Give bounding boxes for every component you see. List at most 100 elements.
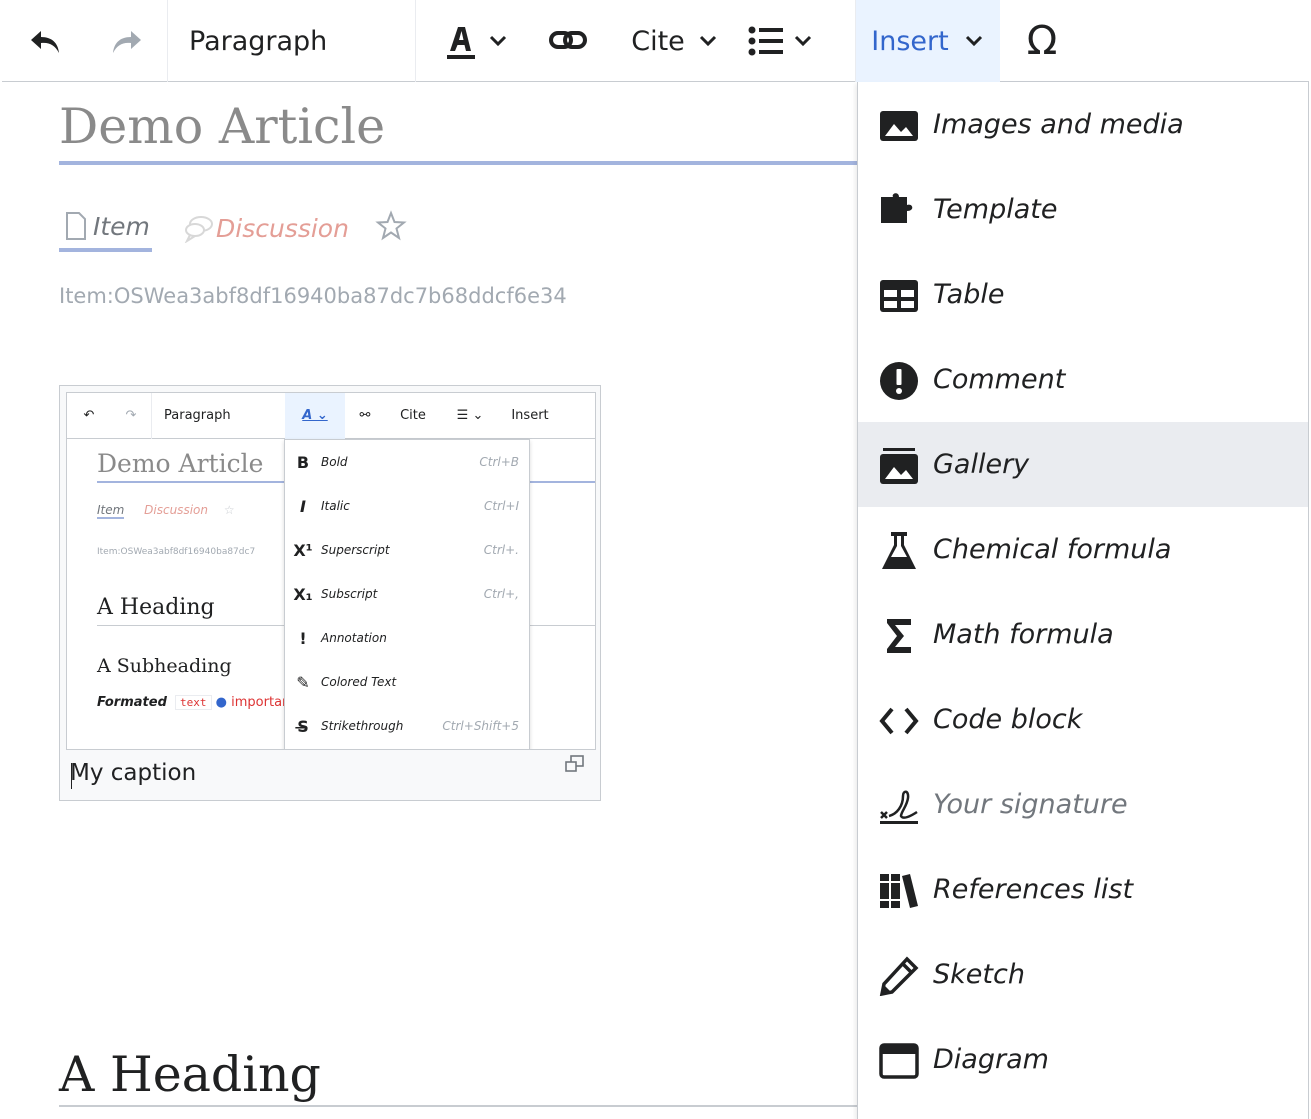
- editor-toolbar: Paragraph Cite Insert Ω: [2, 0, 1309, 82]
- mini-menu-item: S̶ Strikethrough Ctrl+Shift+5: [285, 704, 531, 748]
- menu-item-diagram[interactable]: Diagram: [858, 1017, 1308, 1102]
- pencil-icon: [879, 956, 919, 996]
- image-caption[interactable]: My caption: [70, 760, 196, 786]
- mini-identifier: Item:OSWea3abf8df16940ba87dc7: [97, 547, 256, 557]
- menu-item-label: Diagram: [933, 1044, 1049, 1075]
- menu-item-label: References list: [933, 874, 1134, 905]
- omega-icon: Ω: [1026, 18, 1058, 64]
- mini-strikethrough-icon: S̶: [297, 716, 309, 736]
- menu-item-table[interactable]: Table: [858, 252, 1308, 337]
- chevron-down-icon: [489, 35, 507, 47]
- tab-discussion[interactable]: Discussion: [184, 204, 349, 252]
- mini-bold-text: Formated: [97, 695, 167, 710]
- mini-style-menu: B Bold Ctrl+B I Italic Ctrl+I X¹ Superscript C…: [284, 439, 531, 749]
- alert-icon: [880, 362, 918, 400]
- special-character-button[interactable]: Ω: [1000, 0, 1084, 82]
- chevron-down-icon: [699, 35, 716, 47]
- chevron-down-icon: [965, 35, 982, 47]
- mini-title: Demo Article: [97, 449, 264, 478]
- mini-menu-label: Colored Text: [321, 675, 397, 689]
- style-link-cite-group: Cite: [416, 0, 856, 82]
- mini-tab-item: Item: [97, 503, 125, 519]
- cite-button[interactable]: Cite: [620, 0, 730, 82]
- image-figure[interactable]: ↶ ↷ Paragraph A ⌄ ⚯ Cite ☰ ⌄ Insert Demo…: [59, 385, 601, 801]
- signature-icon: [880, 790, 918, 824]
- mini-menu-label: Italic: [321, 499, 350, 513]
- menu-item-label: Comment: [933, 364, 1066, 395]
- watch-star-button[interactable]: [375, 202, 407, 250]
- page-title[interactable]: Demo Article: [59, 98, 385, 155]
- menu-item-images-and-media[interactable]: Images and media: [858, 82, 1308, 167]
- mini-text-style-icon: A ⌄: [285, 393, 345, 439]
- embedded-screenshot-image[interactable]: ↶ ↷ Paragraph A ⌄ ⚯ Cite ☰ ⌄ Insert Demo…: [66, 392, 596, 750]
- mini-redo-icon: ↷: [125, 408, 137, 423]
- mini-superscript-icon: X¹: [293, 540, 313, 560]
- menu-item-gallery[interactable]: Gallery: [858, 422, 1308, 507]
- mini-subheading: A Subheading: [97, 655, 232, 677]
- mini-menu-item: X¹ Superscript Ctrl+.: [285, 528, 531, 572]
- heading-rule: [59, 1105, 859, 1107]
- mini-link-icon: ⚯: [359, 408, 371, 423]
- mini-insert: Insert: [511, 408, 549, 423]
- speech-bubbles-icon: [184, 216, 213, 243]
- list-button[interactable]: [730, 0, 830, 82]
- cite-label: Cite: [631, 25, 685, 57]
- paragraph-dropdown[interactable]: Paragraph: [168, 0, 416, 82]
- code-icon: [879, 707, 919, 735]
- mini-menu-shortcut: Ctrl+B: [479, 455, 519, 469]
- mini-menu-item: B Bold Ctrl+B: [285, 440, 531, 484]
- mini-important-text: importar: [231, 695, 288, 710]
- menu-item-label: Your signature: [933, 789, 1128, 820]
- menu-item-chemical-formula[interactable]: Chemical formula: [858, 507, 1308, 592]
- undo-button[interactable]: [2, 0, 88, 82]
- menu-item-references-list[interactable]: References list: [858, 847, 1308, 932]
- text-style-button[interactable]: [416, 0, 516, 82]
- table-icon: [880, 280, 918, 312]
- tab-discussion-label: Discussion: [216, 213, 349, 243]
- mini-tab-discussion: Discussion: [144, 503, 208, 517]
- menu-item-label: Code block: [933, 704, 1083, 735]
- mini-annotation-icon: !: [299, 628, 307, 648]
- menu-item-comment[interactable]: Comment: [858, 337, 1308, 422]
- mini-star-icon: ☆: [223, 503, 235, 517]
- mini-info-icon: ●: [215, 695, 227, 710]
- mini-menu-label: Superscript: [321, 543, 390, 557]
- undo-icon: [31, 31, 59, 53]
- menu-item-your-signature[interactable]: Your signature: [858, 762, 1308, 847]
- mini-menu-item: X₁ Subscript Ctrl+,: [285, 572, 531, 616]
- menu-item-template[interactable]: Template: [858, 167, 1308, 252]
- mini-list-icon: ☰ ⌄: [456, 408, 484, 423]
- paragraph-label: Paragraph: [189, 25, 328, 57]
- title-underline: [59, 161, 859, 165]
- menu-item-code-block[interactable]: Code block: [858, 677, 1308, 762]
- section-heading[interactable]: A Heading: [59, 1046, 321, 1103]
- menu-item-label: Sketch: [933, 959, 1025, 990]
- star-icon: [375, 210, 407, 241]
- tab-item-label: Item: [93, 211, 150, 241]
- mini-pencil-icon: ✎: [296, 672, 310, 692]
- tab-item[interactable]: Item: [59, 204, 152, 252]
- bullet-list-icon: [748, 26, 783, 56]
- link-button[interactable]: [516, 0, 620, 82]
- page-identifier: Item:OSWea3abf8df16940ba87dc7b68ddcf6e34: [59, 284, 567, 308]
- mini-menu-label: Bold: [321, 455, 348, 469]
- mini-menu-item: ! Annotation: [285, 616, 531, 660]
- chevron-down-icon: [794, 35, 812, 47]
- enlarge-icon[interactable]: [564, 754, 586, 774]
- mini-bold-icon: B: [296, 452, 310, 472]
- insert-button[interactable]: Insert: [856, 0, 1000, 82]
- redo-button[interactable]: [88, 0, 166, 82]
- menu-item-sketch[interactable]: Sketch: [858, 932, 1308, 1017]
- mini-menu-label: Annotation: [321, 631, 387, 645]
- mini-tabs: Item Discussion ☆: [97, 503, 235, 519]
- redo-icon: [113, 31, 141, 53]
- menu-item-label: Gallery: [933, 449, 1030, 480]
- mini-subscript-icon: X₁: [293, 584, 313, 604]
- mini-menu-shortcut: Ctrl+.: [483, 543, 519, 557]
- mini-italic-icon: I: [300, 496, 306, 516]
- insert-menu: Images and media Template Table Comment …: [857, 82, 1309, 1119]
- mini-toolbar: ↶ ↷ Paragraph A ⌄ ⚯ Cite ☰ ⌄ Insert: [67, 393, 595, 439]
- mini-formatted-line: Formated text ● importar: [97, 695, 287, 710]
- menu-item-math-formula[interactable]: Math formula: [858, 592, 1308, 677]
- puzzle-icon: [881, 193, 913, 223]
